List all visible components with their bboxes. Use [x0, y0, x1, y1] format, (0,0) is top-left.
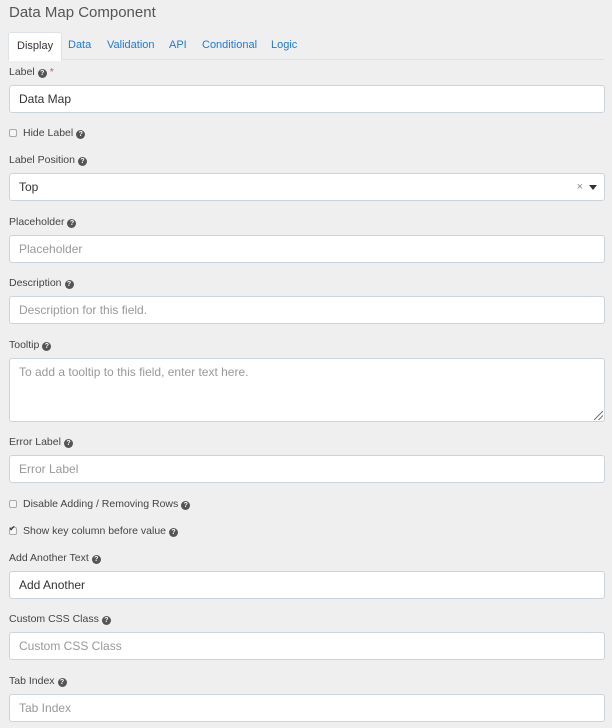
tab-index-input[interactable]: Tab Index [9, 694, 605, 722]
resize-handle[interactable] [594, 411, 603, 420]
page-title: Data Map Component [9, 4, 156, 21]
tooltip-label: Tooltip? [9, 339, 52, 351]
label-field-label: Label? * [9, 66, 54, 78]
tab-bar: Display Data Validation API Conditional … [8, 32, 604, 61]
tab-logic[interactable]: Logic [263, 32, 305, 60]
custom-css-label: Custom CSS Class? [9, 613, 111, 625]
help-icon[interactable]: ? [67, 219, 77, 228]
help-icon[interactable]: ? [77, 157, 87, 166]
show-key-checkbox-row[interactable]: Show key column before value? [9, 524, 178, 537]
help-icon[interactable]: ? [181, 501, 191, 510]
help-icon[interactable]: ? [42, 342, 52, 351]
tab-validation[interactable]: Validation [99, 32, 163, 60]
tab-data[interactable]: Data [60, 32, 99, 60]
help-icon[interactable]: ? [37, 69, 47, 78]
description-label: Description? [9, 277, 74, 289]
label-position-label: Label Position? [9, 154, 87, 166]
help-icon[interactable]: ? [91, 555, 101, 564]
tab-index-label: Tab Index? [9, 675, 67, 687]
help-icon[interactable]: ? [64, 280, 74, 289]
label-position-select[interactable]: Top × [9, 173, 605, 201]
show-key-checkbox[interactable] [9, 524, 17, 535]
required-marker: * [49, 66, 54, 78]
label-position-value: Top [19, 180, 39, 194]
error-label-input[interactable]: Error Label [9, 455, 605, 483]
tab-display[interactable]: Display [8, 32, 63, 61]
placeholder-input[interactable]: Placeholder [9, 235, 605, 263]
label-input[interactable]: Data Map [9, 85, 605, 113]
clear-icon[interactable]: × [577, 174, 583, 200]
help-icon[interactable]: ? [76, 130, 86, 139]
add-another-input[interactable]: Add Another [9, 571, 605, 599]
placeholder-label: Placeholder? [9, 216, 77, 228]
help-icon[interactable]: ? [63, 439, 73, 448]
disable-adding-checkbox-row[interactable]: Disable Adding / Removing Rows? [9, 498, 191, 510]
description-input[interactable]: Description for this field. [9, 296, 605, 324]
custom-css-input[interactable]: Custom CSS Class [9, 632, 605, 660]
tab-conditional[interactable]: Conditional [194, 32, 265, 60]
tooltip-textarea[interactable]: To add a tooltip to this field, enter te… [9, 358, 605, 422]
add-another-label: Add Another Text? [9, 552, 101, 564]
hide-label-checkbox-row[interactable]: Hide Label? [9, 127, 86, 139]
help-icon[interactable]: ? [101, 616, 111, 625]
hide-label-checkbox[interactable] [9, 129, 17, 137]
help-icon[interactable]: ? [57, 678, 67, 687]
tab-api[interactable]: API [161, 32, 195, 60]
error-label-label: Error Label? [9, 436, 73, 448]
caret-down-icon[interactable] [589, 185, 597, 190]
help-icon[interactable]: ? [169, 528, 178, 537]
disable-adding-checkbox[interactable] [9, 500, 17, 508]
